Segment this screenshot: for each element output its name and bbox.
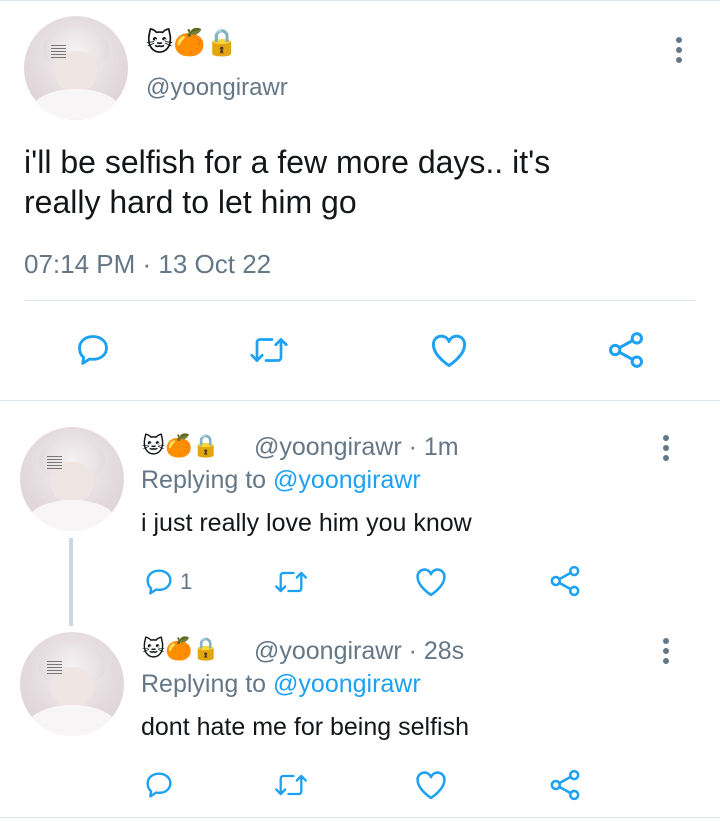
lock-icon: 🔒 [205, 28, 238, 58]
cat-emoji: 🐱 [142, 637, 165, 662]
handle-and-time[interactable]: @yoongirawr · 1m [254, 433, 459, 462]
tweet-text-line: really hard to let him go [24, 184, 357, 220]
lock-icon: 🔒 [192, 434, 220, 459]
section-divider [0, 400, 720, 401]
tweet-text: i'll be selfish for a few more days.. it… [24, 142, 550, 222]
reply-count: 1 [180, 569, 193, 594]
replying-to: Replying to @yoongirawr [141, 466, 421, 495]
display-name-emoji: 🐱🍊🔒 [146, 28, 238, 58]
share-icon[interactable] [548, 768, 582, 802]
handle[interactable]: @yoongirawr [254, 637, 402, 665]
share-icon[interactable] [548, 564, 582, 598]
thread-line [69, 538, 73, 626]
reply-text: dont hate me for being selfish [141, 713, 469, 741]
reply-icon[interactable] [74, 331, 112, 369]
handle[interactable]: @yoongirawr [146, 74, 288, 102]
like-icon[interactable] [429, 332, 469, 368]
avatar[interactable] [20, 632, 124, 736]
reply-icon[interactable] [143, 769, 175, 801]
reply-icon[interactable] [143, 566, 175, 598]
replying-to-link[interactable]: @yoongirawr [273, 466, 421, 494]
tweet-text-line: i'll be selfish for a few more days.. it… [24, 144, 551, 180]
bottom-divider [0, 817, 720, 818]
more-options-icon[interactable] [663, 638, 669, 668]
handle[interactable]: @yoongirawr [254, 433, 402, 461]
display-name-emoji: 🐱🍊🔒 [142, 635, 220, 665]
handle-and-time[interactable]: @yoongirawr · 28s [254, 637, 464, 666]
cat-emoji: 🐱 [146, 28, 174, 58]
orange-emoji: 🍊 [164, 637, 193, 662]
retweet-icon[interactable] [273, 567, 309, 597]
replying-to-label: Replying to [141, 670, 274, 698]
replying-to: Replying to @yoongirawr [141, 670, 421, 699]
replying-to-label: Replying to [141, 466, 274, 494]
retweet-icon[interactable] [248, 333, 290, 367]
like-icon[interactable] [414, 769, 448, 800]
share-icon[interactable] [606, 330, 646, 370]
reply-text: i just really love him you know [141, 509, 472, 537]
divider [24, 300, 696, 301]
top-divider [0, 0, 720, 1]
cat-emoji: 🐱 [142, 434, 165, 459]
like-icon[interactable] [414, 566, 448, 597]
orange-emoji: 🍊 [173, 28, 206, 58]
display-name-emoji: 🐱🍊🔒 [142, 432, 220, 462]
replying-to-link[interactable]: @yoongirawr [273, 670, 421, 698]
orange-emoji: 🍊 [164, 434, 193, 459]
lock-icon: 🔒 [192, 637, 220, 662]
time: · 1m [401, 433, 459, 461]
time: · 28s [401, 637, 465, 665]
retweet-icon[interactable] [273, 770, 309, 800]
more-options-icon[interactable] [663, 435, 669, 465]
avatar[interactable] [24, 16, 128, 120]
avatar[interactable] [20, 427, 124, 531]
timestamp[interactable]: 07:14 PM · 13 Oct 22 [24, 249, 271, 280]
more-options-icon[interactable] [676, 37, 682, 67]
